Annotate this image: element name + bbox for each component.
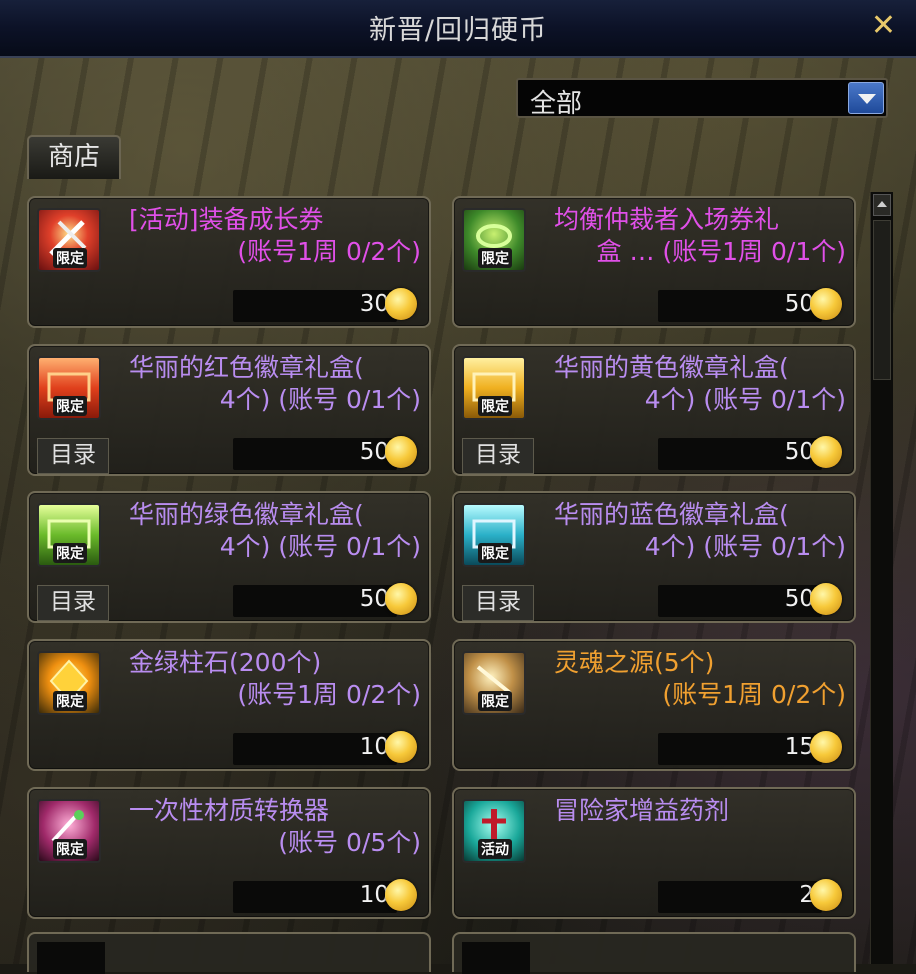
item-title: 华丽的绿色徽章礼盒( [129, 500, 364, 529]
item-name: [活动]装备成长券 (账号1周 0/2个) [129, 204, 421, 268]
shop-item-card[interactable]: 限定 一次性材质转换器 (账号 0/5个) 10 [27, 787, 431, 919]
event-badge: 活动 [478, 839, 512, 859]
price-box: 50 [233, 585, 397, 617]
coin-icon [385, 288, 417, 320]
item-slot [37, 942, 105, 974]
item-title: [活动]装备成长券 [129, 205, 324, 234]
item-name: 华丽的黄色徽章礼盒( 4个) (账号 0/1个) [554, 352, 846, 416]
yellow-box-icon: 限定 [462, 356, 526, 420]
price-box: 30 [233, 290, 397, 322]
equipment-ticket-icon: 限定 [37, 208, 101, 272]
item-name: 冒险家增益药剂 [554, 795, 846, 827]
coin-icon [810, 879, 842, 911]
title-bar: 新晋/回归硬币 ✕ [0, 0, 916, 58]
item-title: 灵魂之源(5个) [554, 648, 715, 677]
coin-icon [810, 436, 842, 468]
shop-item-card-partial[interactable] [27, 932, 431, 974]
limited-badge: 限定 [478, 691, 512, 711]
price-box: 50 [658, 438, 822, 470]
ticket-box-icon: 限定 [462, 208, 526, 272]
tab-shop[interactable]: 商店 [27, 135, 121, 179]
shop-item-card-partial[interactable] [452, 932, 856, 974]
coin-icon [385, 583, 417, 615]
price-box: 2 [658, 881, 822, 913]
item-limit: 4个) (账号 0/1个) [644, 385, 846, 414]
limited-badge: 限定 [53, 691, 87, 711]
item-slot [462, 942, 530, 974]
item-name: 金绿柱石(200个) (账号1周 0/2个) [129, 647, 421, 711]
item-name: 华丽的红色徽章礼盒( 4个) (账号 0/1个) [129, 352, 421, 416]
gem-icon: 限定 [37, 651, 101, 715]
price-box: 50 [658, 585, 822, 617]
coin-icon [810, 288, 842, 320]
catalog-button[interactable]: 目录 [37, 438, 109, 474]
item-title: 金绿柱石(200个) [129, 648, 322, 677]
catalog-button[interactable]: 目录 [462, 585, 534, 621]
item-title: 均衡仲裁者入场券礼 [554, 205, 780, 234]
potion-icon: 活动 [462, 799, 526, 863]
shop-item-card[interactable]: 限定 华丽的黄色徽章礼盒( 4个) (账号 0/1个) 目录 50 [452, 344, 856, 476]
coin-icon [810, 583, 842, 615]
chevron-down-icon[interactable] [848, 82, 884, 114]
price-box: 50 [233, 438, 397, 470]
scroll-thumb[interactable] [873, 220, 891, 380]
coin-icon [810, 731, 842, 763]
coin-icon [385, 879, 417, 911]
item-title: 冒险家增益药剂 [554, 796, 730, 825]
window-title: 新晋/回归硬币 [368, 15, 548, 46]
price-box: 10 [233, 881, 397, 913]
item-name: 灵魂之源(5个) (账号1周 0/2个) [554, 647, 846, 711]
shop-item-card[interactable]: 限定 [活动]装备成长券 (账号1周 0/2个) 30 [27, 196, 431, 328]
shop-item-card[interactable]: 限定 华丽的绿色徽章礼盒( 4个) (账号 0/1个) 目录 50 [27, 491, 431, 623]
limited-badge: 限定 [53, 839, 87, 859]
shop-item-card[interactable]: 活动 冒险家增益药剂 2 [452, 787, 856, 919]
limited-badge: 限定 [478, 543, 512, 563]
item-limit: 4个) (账号 0/1个) [644, 532, 846, 561]
catalog-button[interactable]: 目录 [462, 438, 534, 474]
limited-badge: 限定 [478, 248, 512, 268]
coin-icon [385, 731, 417, 763]
catalog-button[interactable]: 目录 [37, 585, 109, 621]
item-name: 华丽的蓝色徽章礼盒( 4个) (账号 0/1个) [554, 499, 846, 563]
item-title: 一次性材质转换器 [129, 796, 330, 825]
limited-badge: 限定 [53, 248, 87, 268]
category-dropdown[interactable]: 全部 [516, 78, 888, 119]
item-title: 华丽的红色徽章礼盒( [129, 353, 364, 382]
item-title: 华丽的黄色徽章礼盒( [554, 353, 789, 382]
item-title: 华丽的蓝色徽章礼盒( [554, 500, 789, 529]
shop-item-card[interactable]: 限定 华丽的蓝色徽章礼盒( 4个) (账号 0/1个) 目录 50 [452, 491, 856, 623]
item-name: 均衡仲裁者入场券礼 盒 … (账号1周 0/1个) [554, 204, 846, 268]
shop-item-card[interactable]: 限定 灵魂之源(5个) (账号1周 0/2个) 15 [452, 639, 856, 771]
item-name: 华丽的绿色徽章礼盒( 4个) (账号 0/1个) [129, 499, 421, 563]
soul-source-icon: 限定 [462, 651, 526, 715]
scroll-up-arrow-icon[interactable] [873, 194, 891, 216]
item-limit: 4个) (账号 0/1个) [219, 532, 421, 561]
limited-badge: 限定 [53, 543, 87, 563]
price-box: 50 [658, 290, 822, 322]
item-limit: 盒 … (账号1周 0/1个) [596, 237, 847, 266]
green-box-icon: 限定 [37, 503, 101, 567]
blue-box-icon: 限定 [462, 503, 526, 567]
item-limit: (账号1周 0/2个) [237, 237, 421, 266]
item-limit: (账号1周 0/2个) [662, 680, 846, 709]
item-limit: 4个) (账号 0/1个) [219, 385, 421, 414]
shop-item-card[interactable]: 限定 金绿柱石(200个) (账号1周 0/2个) 10 [27, 639, 431, 771]
item-limit: (账号1周 0/2个) [237, 680, 421, 709]
dropdown-value: 全部 [530, 89, 583, 119]
limited-badge: 限定 [478, 396, 512, 416]
price-box: 10 [233, 733, 397, 765]
limited-badge: 限定 [53, 396, 87, 416]
item-name: 一次性材质转换器 (账号 0/5个) [129, 795, 421, 859]
shop-item-card[interactable]: 限定 均衡仲裁者入场券礼 盒 … (账号1周 0/1个) 50 [452, 196, 856, 328]
red-box-icon: 限定 [37, 356, 101, 420]
item-limit: (账号 0/5个) [278, 828, 421, 857]
coin-icon [385, 436, 417, 468]
shop-item-card[interactable]: 限定 华丽的红色徽章礼盒( 4个) (账号 0/1个) 目录 50 [27, 344, 431, 476]
close-icon[interactable]: ✕ [871, 10, 896, 42]
price-box: 15 [658, 733, 822, 765]
scrollbar[interactable] [870, 192, 893, 964]
converter-icon: 限定 [37, 799, 101, 863]
